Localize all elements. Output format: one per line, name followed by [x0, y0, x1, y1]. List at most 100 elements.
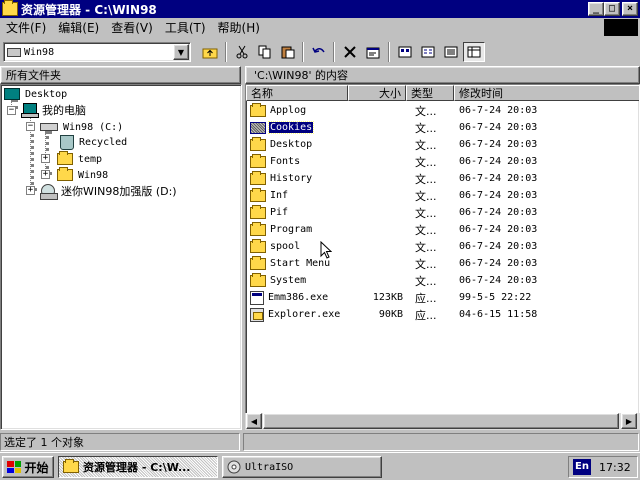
horizontal-scrollbar[interactable]: ◀ ▶ — [245, 413, 640, 430]
file-row[interactable]: History 文... 06-7-24 20:03 — [246, 170, 639, 187]
expand-icon[interactable]: + — [41, 154, 50, 163]
window-controls: _ □ × — [588, 2, 638, 16]
all-folders-label: 所有文件夹 — [6, 69, 61, 82]
list-header: 名称 大小 类型 修改时间 — [246, 85, 639, 101]
address-combobox[interactable]: Win98 ▼ — [3, 42, 191, 62]
windows-logo-icon — [7, 461, 22, 473]
file-row[interactable]: System 文... 06-7-24 20:03 — [246, 272, 639, 289]
delete-button[interactable] — [339, 42, 361, 62]
up-folder-button[interactable] — [199, 42, 221, 62]
tree-item-drive-d[interactable]: 迷你WIN98加强版 (D:) — [40, 183, 179, 200]
scroll-left-button[interactable]: ◀ — [246, 413, 262, 429]
collapse-icon[interactable]: − — [26, 122, 35, 131]
expand-icon[interactable]: + — [41, 170, 50, 179]
file-name: spool — [270, 241, 301, 252]
minimize-button[interactable]: _ — [588, 2, 604, 16]
cut-button[interactable] — [231, 42, 253, 62]
file-row[interactable]: spool 文... 06-7-24 20:03 — [246, 238, 639, 255]
folder-icon — [250, 170, 266, 185]
list-view-icon — [444, 46, 458, 58]
file-modified: 06-7-24 20:03 — [459, 224, 538, 235]
maximize-button[interactable]: □ — [604, 2, 620, 16]
file-row[interactable]: Start Menu 文... 06-7-24 20:03 — [246, 255, 639, 272]
folder-open-icon — [57, 167, 73, 181]
toolbar-separator — [388, 42, 390, 62]
small-icons-icon — [421, 46, 435, 58]
clock[interactable]: 17:32 — [599, 461, 631, 474]
menu-help[interactable]: 帮助(H) — [214, 19, 268, 36]
file-type: 文... — [415, 206, 437, 220]
column-header-size[interactable]: 大小 — [348, 85, 406, 101]
file-name: System — [270, 275, 307, 286]
folder-icon — [250, 221, 266, 236]
folder-icon — [250, 121, 266, 134]
file-row[interactable]: Program 文... 06-7-24 20:03 — [246, 221, 639, 238]
file-row[interactable]: Emm386.exe 123KB 应... 99-5-5 22:22 — [246, 289, 639, 306]
file-name-cell: spool — [250, 238, 301, 253]
file-row[interactable]: Inf 文... 06-7-24 20:03 — [246, 187, 639, 204]
file-type: 文... — [415, 274, 437, 288]
file-name-cell: Emm386.exe — [250, 290, 329, 305]
file-name-cell: Applog — [250, 102, 307, 117]
file-row[interactable]: Pif 文... 06-7-24 20:03 — [246, 204, 639, 221]
paste-button[interactable] — [277, 42, 299, 62]
file-list[interactable]: 名称 大小 类型 修改时间 Applog 文... 06-7-24 20:03 … — [245, 84, 640, 430]
tree-item-win98[interactable]: Win98 — [57, 167, 110, 183]
file-type: 文... — [415, 104, 437, 118]
menu-view[interactable]: 查看(V) — [107, 19, 161, 36]
taskbar-button-explorer[interactable]: 资源管理器 - C:\W... — [58, 456, 218, 478]
file-name: History — [270, 173, 313, 184]
menu-file[interactable]: 文件(F) — [2, 19, 54, 36]
cut-icon — [236, 45, 248, 59]
chevron-down-icon[interactable]: ▼ — [173, 44, 189, 60]
status-info — [243, 433, 639, 451]
list-view-button[interactable] — [440, 42, 462, 62]
ultraiso-icon — [227, 460, 241, 474]
folder-icon — [250, 187, 266, 202]
status-bar: 选定了 1 个对象 — [0, 432, 640, 452]
undo-button[interactable] — [308, 42, 330, 62]
column-header-modified[interactable]: 修改时间 — [454, 85, 639, 101]
file-name: Applog — [270, 105, 307, 116]
tree-item-desktop[interactable]: Desktop — [4, 86, 69, 102]
copy-icon — [258, 45, 271, 59]
tree-item-temp[interactable]: temp — [57, 151, 104, 167]
status-selection: 选定了 1 个对象 — [0, 433, 240, 451]
file-modified: 06-7-24 20:03 — [459, 156, 538, 167]
tree-item-drive-c[interactable]: Win98 (C:) — [40, 119, 125, 135]
scroll-right-button[interactable]: ▶ — [621, 413, 637, 429]
properties-button[interactable] — [362, 42, 384, 62]
large-icons-button[interactable] — [394, 42, 416, 62]
tree-item-my-computer[interactable]: 我的电脑 — [21, 102, 88, 118]
close-button[interactable]: × — [622, 2, 638, 16]
scrollbar-thumb[interactable] — [263, 413, 619, 429]
start-button[interactable]: 开始 — [2, 456, 54, 478]
menu-tools[interactable]: 工具(T) — [161, 19, 214, 36]
collapse-icon[interactable]: − — [7, 106, 16, 115]
column-header-type[interactable]: 类型 — [406, 85, 454, 101]
file-row[interactable]: Applog 文... 06-7-24 20:03 — [246, 102, 639, 119]
tree-item-recycled[interactable]: Recycled — [60, 134, 129, 150]
file-row[interactable]: Explorer.exe 90KB 应... 04-6-15 11:58 — [246, 306, 639, 323]
expand-icon[interactable]: + — [26, 186, 35, 195]
copy-button[interactable] — [254, 42, 276, 62]
file-modified: 06-7-24 20:03 — [459, 122, 538, 133]
delete-icon — [344, 46, 356, 58]
column-header-name[interactable]: 名称 — [246, 85, 348, 101]
toolbar-separator — [302, 42, 304, 62]
folder-tree[interactable]: Desktop − 我的电脑 − Win98 (C:) Recycled + t… — [0, 84, 242, 430]
menu-edit[interactable]: 编辑(E) — [54, 19, 107, 36]
small-icons-button[interactable] — [417, 42, 439, 62]
details-view-button[interactable] — [463, 42, 485, 62]
language-indicator[interactable]: En — [573, 459, 591, 475]
menu-bar: 文件(F) 编辑(E) 查看(V) 工具(T) 帮助(H) — [0, 18, 640, 37]
file-size: 90KB — [378, 309, 403, 320]
taskbar-button-ultraiso[interactable]: UltraISO — [222, 456, 382, 478]
file-row[interactable]: Desktop 文... 06-7-24 20:03 — [246, 136, 639, 153]
file-name: Inf — [270, 190, 289, 201]
title-bar[interactable]: 资源管理器 - C:\WIN98 _ □ × — [0, 0, 640, 18]
file-modified: 06-7-24 20:03 — [459, 258, 538, 269]
file-row-selected[interactable]: Cookies 文... 06-7-24 20:03 — [246, 119, 639, 136]
file-row[interactable]: Fonts 文... 06-7-24 20:03 — [246, 153, 639, 170]
explorer-folder-icon — [2, 0, 18, 16]
